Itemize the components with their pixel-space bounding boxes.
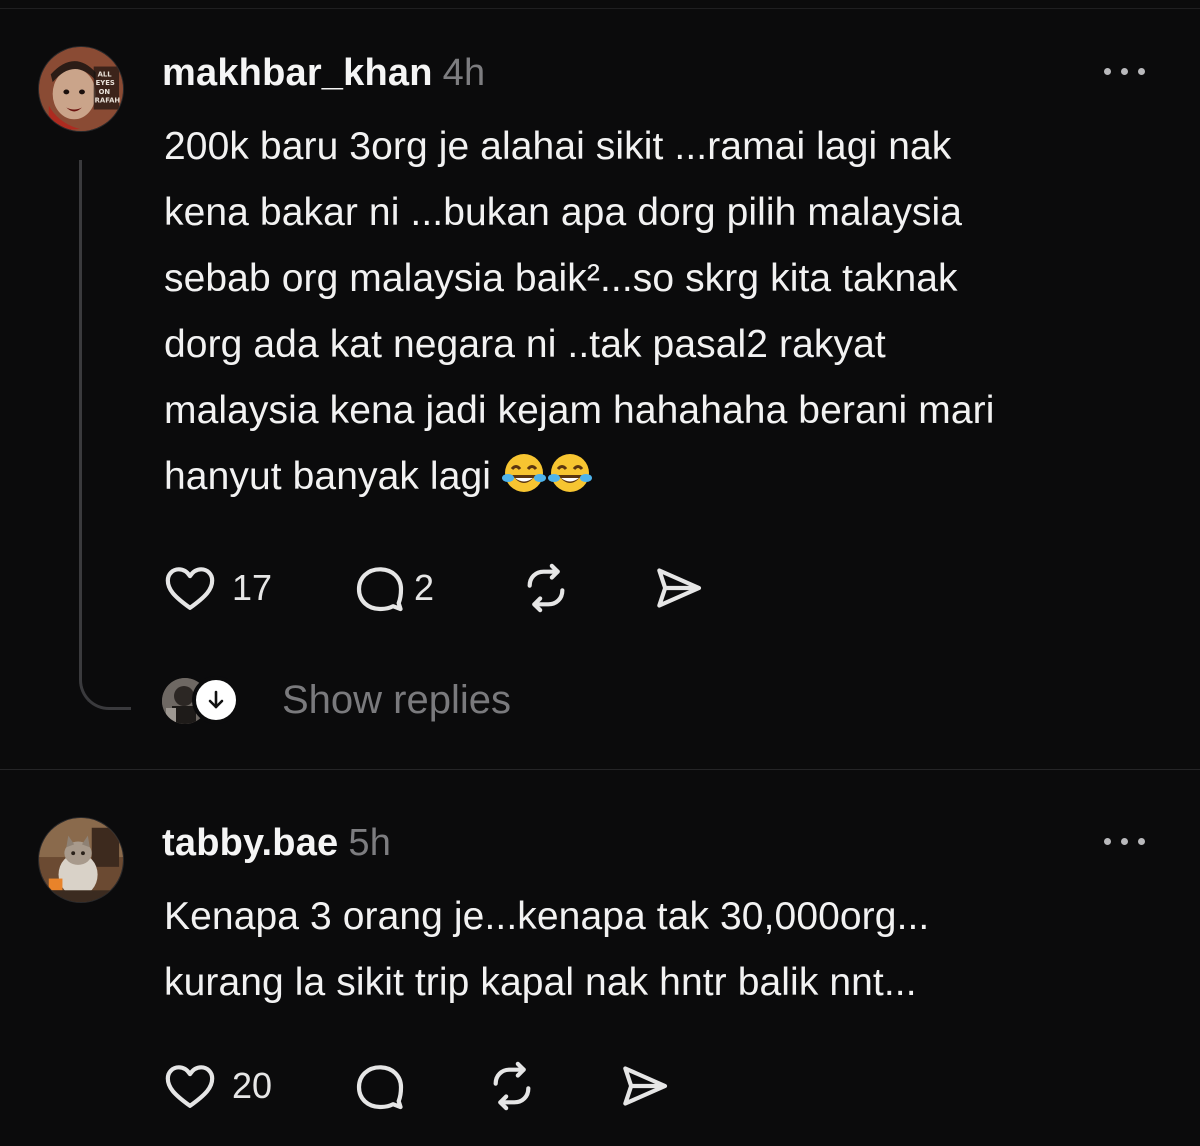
post-text-line: sebab org malaysia baik²...so skrg kita … (164, 257, 958, 300)
reply-count: 2 (414, 567, 435, 608)
svg-text:RAFAH: RAFAH (95, 97, 121, 105)
heart-icon (165, 567, 215, 610)
more-icon (1104, 838, 1111, 845)
svg-text:EYES: EYES (96, 79, 115, 87)
like-count: 20 (232, 1065, 273, 1106)
post-text-line: 200k baru 3org je alahai sikit ...ramai … (164, 125, 952, 168)
post-tabby-bae: tabby.bae 5h Kenapa 3 orang je...kenapa t… (0, 770, 1200, 1146)
reply-button[interactable]: 2 (352, 560, 434, 616)
post-text-line: Kenapa 3 orang je...kenapa tak 30,000org… (164, 895, 930, 938)
repost-button[interactable] (518, 560, 574, 616)
username[interactable]: tabby.bae 5h (162, 822, 391, 865)
heart-icon (165, 1065, 215, 1108)
cat-photo-avatar-icon (39, 818, 123, 902)
repost-icon (493, 1061, 531, 1111)
post-text-line-last: hanyut banyak lagi (164, 444, 1164, 510)
thread-line-curve (79, 660, 131, 710)
post-timestamp: 5h (348, 822, 392, 864)
post-actions: 17 2 (162, 560, 762, 616)
like-button[interactable]: 20 (162, 1058, 272, 1114)
show-replies-link[interactable]: Show replies (282, 678, 511, 723)
comment-icon (356, 567, 404, 612)
face-with-tears-of-joy-icon (501, 454, 546, 492)
post-text-line: malaysia kena jadi kejam hahahaha berani… (164, 389, 995, 432)
reply-button[interactable] (352, 1058, 408, 1114)
show-replies-row[interactable]: Show replies (162, 676, 582, 728)
expand-replies-badge (192, 676, 240, 724)
more-options-button[interactable] (1102, 62, 1150, 82)
post-actions: 20 (162, 1058, 762, 1114)
share-button[interactable] (650, 560, 706, 616)
send-icon (657, 568, 702, 608)
like-button[interactable]: 17 (162, 560, 272, 616)
avatar[interactable] (38, 817, 124, 903)
like-count: 17 (232, 567, 273, 608)
post-makhbar-khan: ALL EYES ON RAFAH makhbar_khan 4h 200k ba… (0, 0, 1200, 770)
avatar[interactable]: ALL EYES ON RAFAH (38, 46, 124, 132)
post-text-line: dorg ada kat negara ni ..tak pasal2 raky… (164, 323, 886, 366)
username-text[interactable]: tabby.bae (162, 822, 338, 864)
protest-poster-avatar-icon: ALL EYES ON RAFAH (39, 47, 123, 131)
more-options-button[interactable] (1102, 832, 1150, 852)
more-icon (1104, 68, 1111, 75)
svg-text:ALL: ALL (98, 70, 113, 78)
post-text: 200k baru 3org je alahai sikit ...ramai … (164, 114, 1164, 510)
send-icon (623, 1066, 668, 1106)
post-text-line: kena bakar ni ...bukan apa dorg pilih ma… (164, 191, 963, 234)
repost-button[interactable] (484, 1058, 540, 1114)
post-text-line: kurang la sikit trip kapal nak hntr bali… (164, 961, 917, 1004)
thread-line (79, 160, 82, 680)
comment-icon (356, 1065, 404, 1110)
username[interactable]: makhbar_khan 4h (162, 52, 485, 95)
post-timestamp: 4h (442, 52, 486, 94)
face-with-tears-of-joy-icon (547, 454, 592, 492)
arrow-down-icon (208, 690, 224, 709)
post-text: Kenapa 3 orang je...kenapa tak 30,000org… (164, 884, 1164, 1016)
repost-icon (527, 563, 565, 613)
share-button[interactable] (616, 1058, 672, 1114)
username-text[interactable]: makhbar_khan (162, 52, 433, 94)
svg-text:ON: ON (99, 88, 111, 96)
